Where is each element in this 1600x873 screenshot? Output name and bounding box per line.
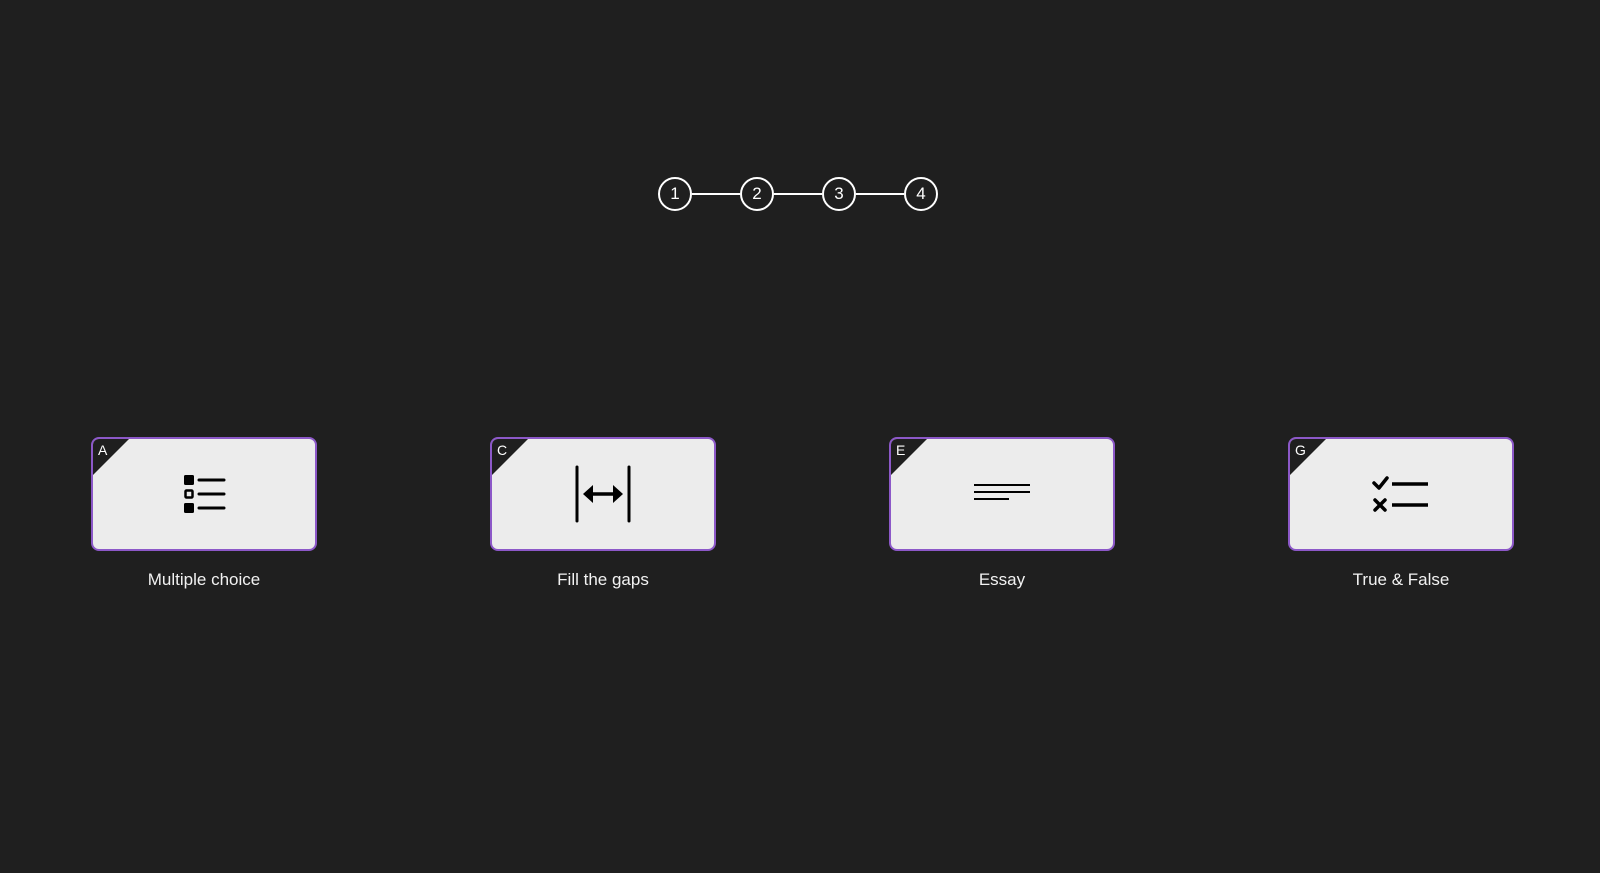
- card-essay: E Essay: [889, 437, 1115, 590]
- list-checkbox-icon: [184, 475, 226, 513]
- card-true-false: G True & False: [1288, 437, 1514, 590]
- step-connector: [692, 193, 740, 195]
- true-false-button[interactable]: G: [1288, 437, 1514, 551]
- essay-button[interactable]: E: [889, 437, 1115, 551]
- hotkey-label: C: [497, 442, 508, 458]
- gap-arrows-icon: [575, 465, 631, 523]
- card-label: True & False: [1352, 570, 1450, 589]
- step-3[interactable]: 3: [822, 177, 856, 211]
- card-multiple-choice: A Multiple choice: [91, 437, 317, 590]
- step-4[interactable]: 4: [904, 177, 938, 211]
- text-lines-icon: [974, 484, 1030, 500]
- card-label: Multiple choice: [147, 570, 261, 589]
- multiple-choice-button[interactable]: A: [91, 437, 317, 551]
- question-type-selector: 1 2 3 4 A Multiple choice C Fill the gap…: [0, 0, 1600, 873]
- hotkey-label: E: [896, 442, 906, 458]
- card-fill-the-gaps: C Fill the gaps: [490, 437, 716, 590]
- hotkey-label: G: [1295, 442, 1306, 458]
- step-connector: [856, 193, 904, 195]
- hotkey-label: A: [98, 442, 108, 458]
- fill-the-gaps-button[interactable]: C: [490, 437, 716, 551]
- stepper: 1 2 3 4: [658, 177, 938, 211]
- step-1[interactable]: 1: [658, 177, 692, 211]
- step-2[interactable]: 2: [740, 177, 774, 211]
- check-cross-list-icon: [1372, 476, 1428, 512]
- card-label: Essay: [978, 570, 1026, 589]
- card-label: Fill the gaps: [557, 570, 649, 589]
- step-connector: [774, 193, 822, 195]
